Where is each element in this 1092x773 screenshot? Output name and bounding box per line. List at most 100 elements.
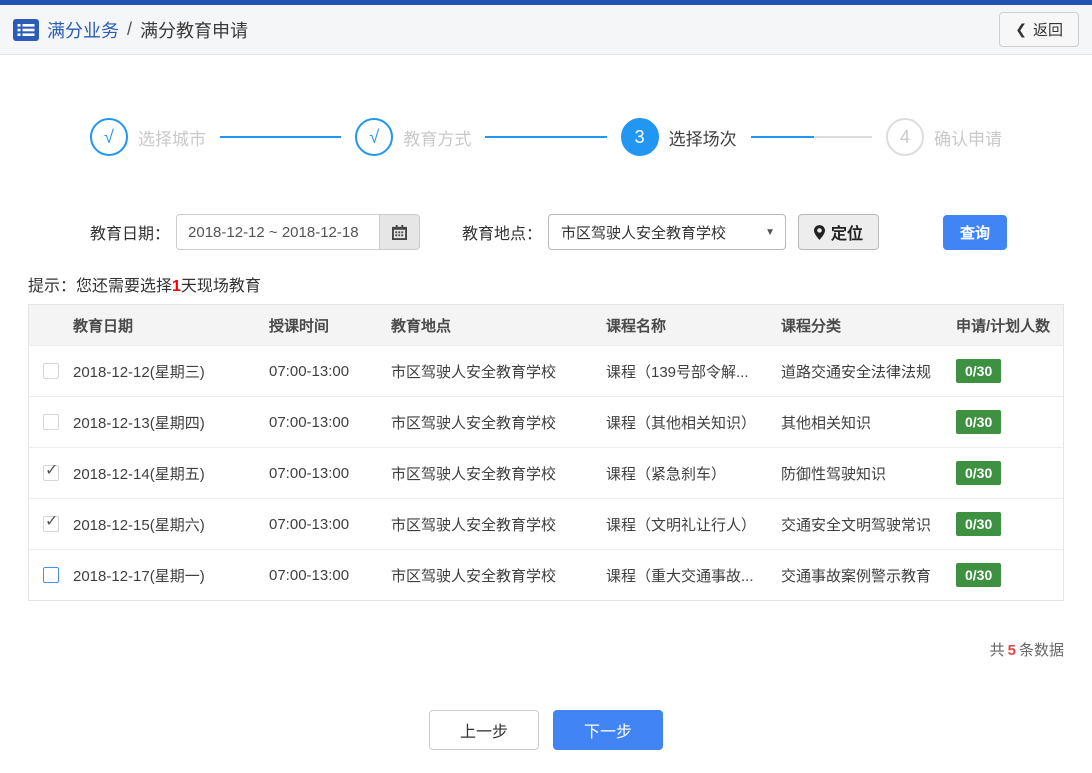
row-checkbox[interactable] — [43, 363, 59, 379]
cell-time: 07:00-13:00 — [269, 464, 350, 482]
table-row: 2018-12-13(星期四) 07:00-13:00 市区驾驶人安全教育学校 课程（… — [29, 396, 1063, 447]
locate-button[interactable]: 定位 — [798, 214, 880, 250]
count-suffix: 条数据 — [1018, 642, 1064, 659]
checkbox-cell — [29, 363, 73, 379]
cell-category: 其他相关知识 — [781, 414, 872, 432]
table-row: ✓ 2018-12-15(星期六) 07:00-13:00 市区驾驶人安全教育学校 课程… — [29, 498, 1063, 549]
column-header: 申请/计划人数 — [956, 317, 1051, 335]
location-select[interactable]: 市区驾驶人安全教育学校 ▼ — [548, 214, 787, 250]
search-button[interactable]: 查询 — [943, 214, 1008, 250]
cell-time: 07:00-13:00 — [269, 566, 350, 584]
location-select-value: 市区驾驶人安全教育学校 — [561, 224, 727, 242]
cell-category: 防御性驾驶知识 — [781, 465, 887, 483]
row-checkbox[interactable] — [43, 567, 59, 583]
column-header: 课程名称 — [606, 317, 667, 335]
cell-date: 2018-12-17(星期一) — [73, 567, 205, 585]
column-header: 教育地点 — [391, 317, 452, 335]
count-prefix: 共 — [989, 642, 1005, 659]
column-header: 授课时间 — [269, 317, 330, 335]
checkmark-icon: ✓ — [45, 516, 59, 530]
quota-badge: 0/30 — [956, 512, 1002, 536]
calendar-icon — [392, 224, 408, 240]
cell-place: 市区驾驶人安全教育学校 — [391, 516, 557, 534]
cell-quota: 0/30 — [956, 563, 1063, 587]
quota-badge: 0/30 — [956, 359, 1002, 383]
date-range-group — [176, 214, 421, 250]
step-marker: √ — [355, 118, 394, 156]
cell-place: 市区驾驶人安全教育学校 — [391, 567, 557, 585]
row-checkbox[interactable] — [43, 414, 59, 430]
cell-course: 课程（文明礼让行人） — [606, 516, 757, 534]
checkbox-cell — [29, 414, 73, 430]
cell-quota: 0/30 — [956, 359, 1063, 383]
step-label: 教育方式 — [403, 129, 472, 149]
next-step-button[interactable]: 下一步 — [553, 710, 663, 750]
step-marker: 4 — [885, 118, 924, 156]
step-3: 3 选择场次 — [620, 118, 737, 156]
quota-badge: 0/30 — [956, 410, 1002, 434]
checkbox-cell: ✓ — [29, 516, 73, 532]
cell-time: 07:00-13:00 — [269, 413, 350, 431]
cell-date: 2018-12-13(星期四) — [73, 414, 205, 432]
cell-place: 市区驾驶人安全教育学校 — [391, 414, 557, 432]
table-body: 2018-12-12(星期三) 07:00-13:00 市区驾驶人安全教育学校 课程（… — [29, 345, 1063, 600]
checkbox-cell — [29, 567, 73, 583]
breadcrumb: 满分业务 / 满分教育申请 — [13, 17, 248, 43]
column-header: 课程分类 — [781, 317, 842, 335]
step-label: 选择场次 — [668, 129, 737, 149]
step-connector — [485, 136, 607, 138]
previous-step-button[interactable]: 上一步 — [429, 710, 539, 750]
row-checkbox[interactable]: ✓ — [43, 516, 59, 532]
cell-category: 交通事故案例警示教育 — [781, 567, 932, 585]
page-header: 满分业务 / 满分教育申请 ❮ 返回 — [0, 5, 1092, 55]
checkmark-icon: ✓ — [45, 465, 59, 479]
back-button[interactable]: ❮ 返回 — [999, 12, 1079, 47]
step-marker: 3 — [620, 118, 659, 156]
filter-bar: 教育日期： 教育地点： 市区驾驶人安全教育学校 ▼ 定位 查询 — [90, 214, 1092, 250]
step-label: 选择城市 — [138, 129, 206, 149]
cell-place: 市区驾驶人安全教育学校 — [391, 465, 557, 483]
tip-message: 提示：您还需要选择1天现场教育 — [28, 272, 1092, 296]
wizard-actions: 上一步 下一步 — [0, 710, 1092, 750]
sessions-table: 教育日期 授课时间 教育地点 课程名称 课程分类 申请/计划人数 2018-12-12(星… — [28, 304, 1064, 601]
tip-prefix: 提示：您还需要选择 — [28, 278, 173, 295]
calendar-button[interactable] — [380, 214, 421, 250]
cell-quota: 0/30 — [956, 461, 1063, 485]
cell-date: 2018-12-15(星期六) — [73, 516, 205, 534]
date-range-input[interactable] — [176, 214, 381, 250]
cell-place: 市区驾驶人安全教育学校 — [391, 363, 557, 381]
chevron-down-icon: ▼ — [765, 226, 776, 238]
record-count: 共 5 条数据 — [28, 639, 1064, 660]
locate-button-label: 定位 — [831, 226, 864, 243]
table-row: 2018-12-17(星期一) 07:00-13:00 市区驾驶人安全教育学校 课程（… — [29, 549, 1063, 600]
tip-highlight: 1 — [172, 278, 181, 295]
row-checkbox[interactable]: ✓ — [43, 465, 59, 481]
cell-date: 2018-12-14(星期五) — [73, 465, 205, 483]
cell-quota: 0/30 — [956, 512, 1063, 536]
breadcrumb-secondary: 满分教育申请 — [140, 20, 249, 41]
step-1: √ 选择城市 — [90, 118, 206, 156]
checkbox-cell: ✓ — [29, 465, 73, 481]
tip-suffix: 天现场教育 — [180, 278, 261, 295]
step-4: 4 确认申请 — [885, 118, 1002, 156]
cell-course: 课程（重大交通事故... — [606, 567, 754, 585]
step-connector — [750, 136, 872, 138]
cell-course: 课程（其他相关知识） — [606, 414, 757, 432]
cell-time: 07:00-13:00 — [269, 515, 350, 533]
table-header-row: 教育日期 授课时间 教育地点 课程名称 课程分类 申请/计划人数 — [29, 305, 1063, 345]
count-value: 5 — [1007, 642, 1016, 659]
cell-course: 课程（紧急刹车） — [606, 465, 727, 483]
step-2: √ 教育方式 — [355, 118, 471, 156]
cell-time: 07:00-13:00 — [269, 362, 350, 380]
breadcrumb-separator: / — [127, 19, 133, 39]
cell-quota: 0/30 — [956, 410, 1063, 434]
table-row: ✓ 2018-12-14(星期五) 07:00-13:00 市区驾驶人安全教育学校 课程… — [29, 447, 1063, 498]
cell-date: 2018-12-12(星期三) — [73, 363, 205, 381]
cell-course: 课程（139号部令解... — [606, 363, 749, 381]
cell-category: 道路交通安全法律法规 — [781, 363, 932, 381]
step-label: 确认申请 — [933, 129, 1002, 149]
breadcrumb-primary[interactable]: 满分业务 — [47, 17, 119, 43]
step-marker: √ — [90, 118, 128, 156]
quota-badge: 0/30 — [956, 461, 1002, 485]
table-row: 2018-12-12(星期三) 07:00-13:00 市区驾驶人安全教育学校 课程（… — [29, 345, 1063, 396]
